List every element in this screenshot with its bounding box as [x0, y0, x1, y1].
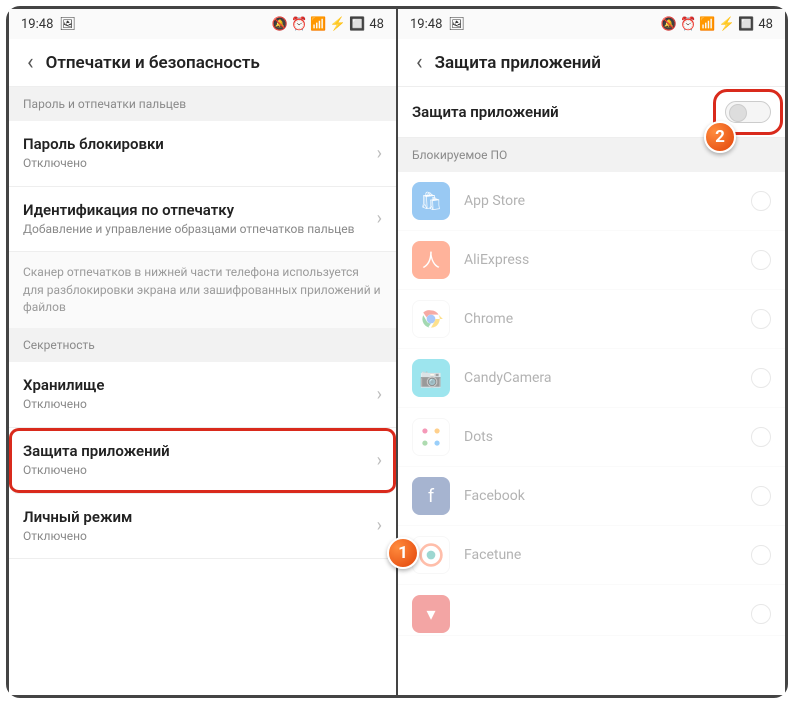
radio-icon[interactable] — [751, 427, 771, 447]
chevron-right-icon: › — [369, 384, 382, 405]
chevron-right-icon: › — [369, 450, 382, 471]
chevron-right-icon: › — [369, 515, 382, 536]
fingerprint-note: Сканер отпечатков в нижней части телефон… — [9, 252, 396, 328]
status-icons-right: 🔕 ⏰ 📶 ⚡ 🔲 — [661, 18, 755, 31]
status-time: 19:48 — [410, 17, 442, 32]
status-battery: 48 — [369, 17, 384, 32]
radio-icon[interactable] — [751, 604, 771, 624]
row-subtitle: Отключено — [23, 529, 369, 545]
app-name: App Store — [464, 193, 737, 209]
row-subtitle: Отключено — [23, 156, 369, 172]
app-name: Chrome — [464, 311, 737, 327]
app-name: Facetune — [464, 547, 737, 563]
row-app-protection[interactable]: Защита приложений Отключено › — [9, 428, 396, 494]
page-title: Отпечатки и безопасность — [46, 53, 260, 73]
app-row-facebook[interactable]: f Facebook — [398, 467, 785, 526]
app-name: AliExpress — [464, 252, 737, 268]
app-name: Facebook — [464, 488, 737, 504]
app-row-partial[interactable]: ▾ — [398, 585, 785, 636]
page-title: Защита приложений — [435, 53, 601, 73]
app-row-facetune[interactable]: Facetune — [398, 526, 785, 585]
status-icons-right: 🔕 ⏰ 📶 ⚡ 🔲 — [272, 18, 366, 31]
row-title: Хранилище — [23, 376, 369, 394]
screenshot-icon: 🖼 — [448, 18, 465, 31]
screenshot-icon: 🖼 — [59, 18, 76, 31]
candycamera-icon: 📷 — [412, 359, 450, 397]
status-bar: 19:48 🖼 🔕 ⏰ 📶 ⚡ 🔲 48 — [398, 9, 785, 39]
app-row-appstore[interactable]: 🛍 App Store — [398, 172, 785, 231]
row-subtitle: Отключено — [23, 397, 369, 413]
row-title: Пароль блокировки — [23, 135, 369, 153]
app-protection-toggle[interactable] — [725, 101, 771, 123]
app-row-dots[interactable]: Dots — [398, 408, 785, 467]
app-row-chrome[interactable]: Chrome — [398, 290, 785, 349]
toggle-label: Защита приложений — [412, 103, 559, 121]
callout-badge-2: 2 — [704, 121, 736, 153]
aliexpress-icon: 人 — [412, 241, 450, 279]
callout-badge-1: 1 — [387, 537, 419, 569]
status-bar: 19:48 🖼 🔕 ⏰ 📶 ⚡ 🔲 48 — [9, 9, 396, 39]
facebook-icon: f — [412, 477, 450, 515]
header: ‹ Отпечатки и безопасность — [9, 39, 396, 87]
row-fingerprint-id[interactable]: Идентификация по отпечатку Добавление и … — [9, 187, 396, 253]
radio-icon[interactable] — [751, 545, 771, 565]
pane-app-protection: 19:48 🖼 🔕 ⏰ 📶 ⚡ 🔲 48 ‹ Защита приложений… — [398, 9, 785, 695]
app-row-aliexpress[interactable]: 人 AliExpress — [398, 231, 785, 290]
chevron-right-icon: › — [369, 143, 382, 164]
row-subtitle: Отключено — [23, 463, 369, 479]
row-private-mode[interactable]: Личный режим Отключено › — [9, 494, 396, 560]
row-title: Идентификация по отпечатку — [23, 201, 369, 219]
dots-icon — [412, 418, 450, 456]
header: ‹ Защита приложений — [398, 39, 785, 87]
radio-icon[interactable] — [751, 309, 771, 329]
chrome-icon — [412, 300, 450, 338]
app-name: Dots — [464, 429, 737, 445]
row-subtitle: Добавление и управление образцами отпеча… — [23, 222, 369, 238]
section-password-fingerprints: Пароль и отпечатки пальцев — [9, 87, 396, 121]
row-title: Защита приложений — [23, 442, 369, 460]
radio-icon[interactable] — [751, 250, 771, 270]
section-privacy: Секретность — [9, 328, 396, 362]
status-time: 19:48 — [21, 17, 53, 32]
back-button[interactable]: ‹ — [19, 50, 42, 75]
appstore-icon: 🛍 — [412, 182, 450, 220]
radio-icon[interactable] — [751, 486, 771, 506]
radio-icon[interactable] — [751, 368, 771, 388]
back-button[interactable]: ‹ — [408, 50, 431, 75]
radio-icon[interactable] — [751, 191, 771, 211]
app-name: CandyCamera — [464, 370, 737, 386]
row-title: Личный режим — [23, 508, 369, 526]
pane-fingerprint-security: 19:48 🖼 🔕 ⏰ 📶 ⚡ 🔲 48 ‹ Отпечатки и безоп… — [9, 9, 398, 695]
app-icon: ▾ — [412, 595, 450, 633]
app-row-candycamera[interactable]: 📷 CandyCamera — [398, 349, 785, 408]
chevron-right-icon: › — [369, 208, 382, 229]
status-battery: 48 — [758, 17, 773, 32]
row-storage[interactable]: Хранилище Отключено › — [9, 362, 396, 428]
row-lock-password[interactable]: Пароль блокировки Отключено › — [9, 121, 396, 187]
